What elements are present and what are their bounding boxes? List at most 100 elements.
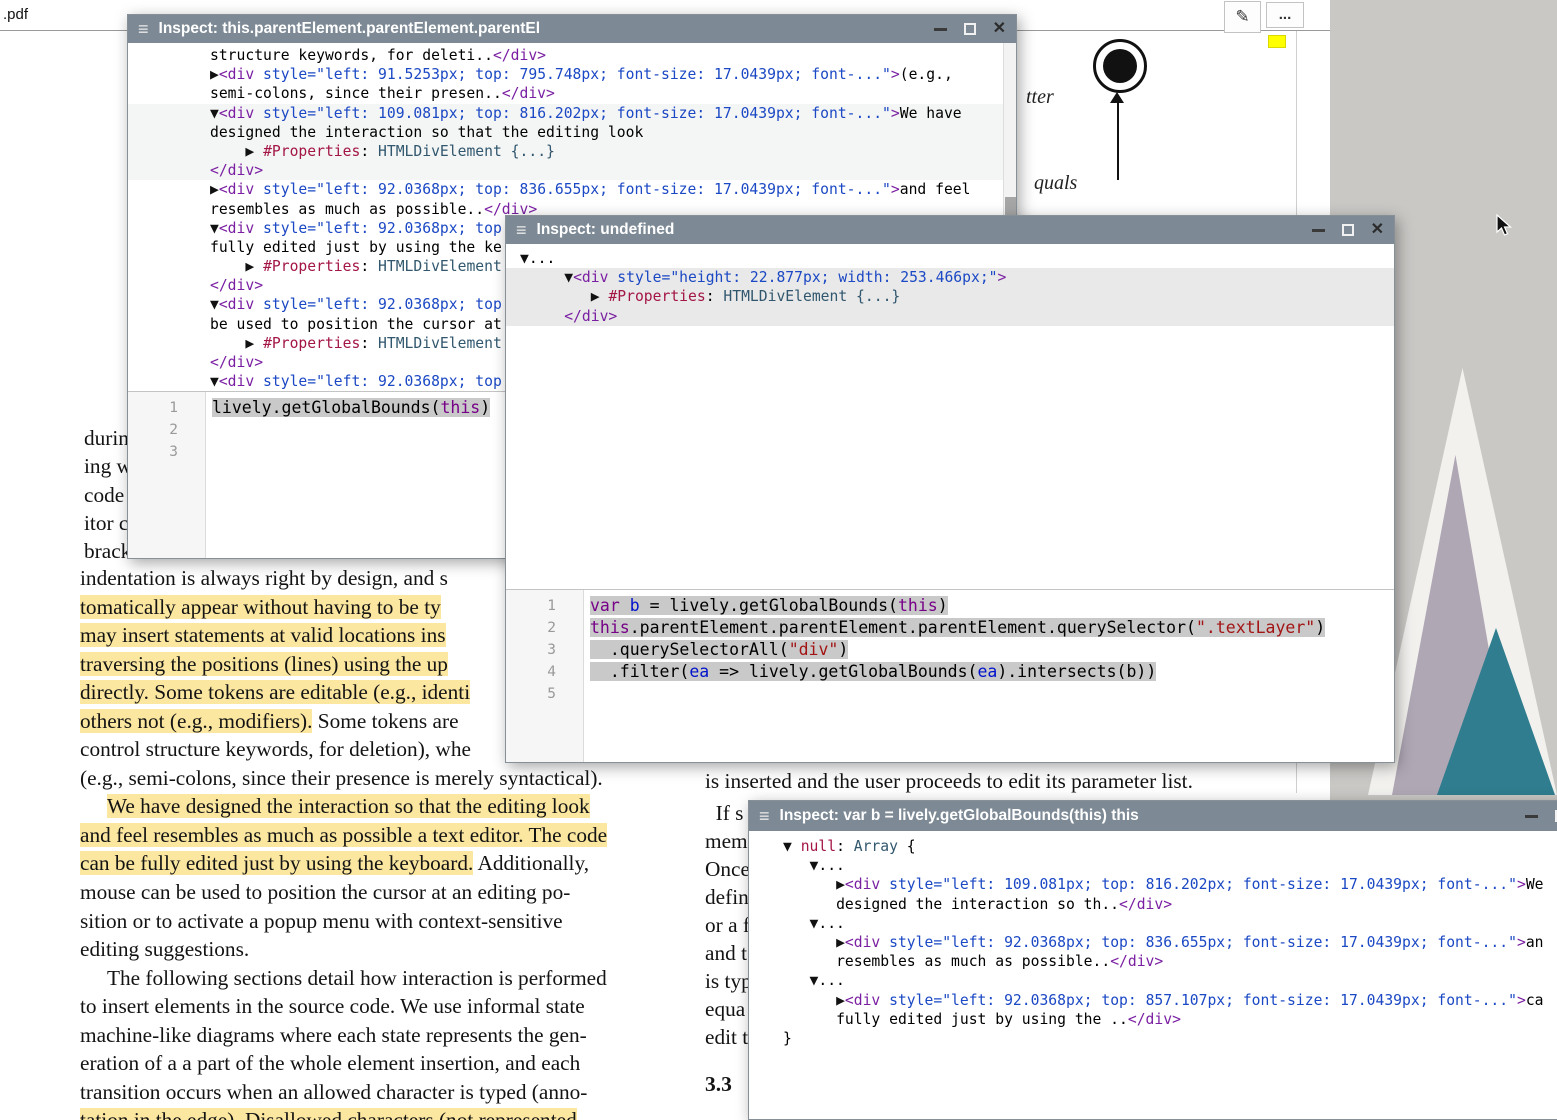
seg-tag: <div — [845, 992, 880, 1009]
seg-v: ) — [838, 640, 848, 659]
line: this.parentElement.parentElement.parentE… — [585, 617, 1394, 639]
seg-prop: #Properties — [263, 143, 360, 160]
expand-toggle-icon[interactable]: ▼ — [210, 373, 219, 390]
seg-str: "left: 109.081px; top: 816.202px; font-s… — [316, 105, 891, 122]
expand-toggle-icon[interactable]: ▶ — [245, 335, 263, 352]
figure-label-fragment: tter — [1026, 86, 1054, 109]
expand-toggle-icon[interactable]: ▼ — [210, 105, 219, 122]
close-icon[interactable]: ✕ — [993, 21, 1006, 37]
expand-toggle-icon[interactable]: ▼ — [783, 838, 801, 855]
seg-attr: style= — [608, 269, 670, 286]
seg-plain — [783, 876, 836, 893]
seg-str: "left: 92.0368px; top — [316, 373, 502, 390]
line: tation in the edge). Disallowed characte… — [80, 1108, 607, 1120]
pdf-right-stub-column: If smemOncedefinor a fand tis typequaedi… — [705, 799, 752, 1051]
seg-str: "left: 92.0368px; top: 857.107px; font-s… — [942, 992, 1517, 1009]
expand-toggle-icon[interactable]: ▶ — [245, 258, 263, 275]
seg-plain: } — [783, 1030, 792, 1047]
minimize-icon[interactable] — [934, 28, 947, 31]
seg-str2: "div" — [789, 640, 839, 659]
expand-toggle-icon[interactable]: ▶ — [210, 66, 219, 83]
window-controls: ✕ — [934, 21, 1006, 37]
seg-str2: ".textLayer" — [1196, 618, 1315, 637]
pdf-text-line: code — [84, 481, 132, 509]
minimize-icon[interactable] — [1525, 815, 1538, 818]
line-number: 5 — [506, 683, 556, 705]
line-number: 1 — [506, 595, 556, 617]
minimize-icon[interactable] — [1312, 229, 1325, 232]
seg-tag: </div> — [1119, 896, 1172, 913]
window-menu-icon[interactable]: ≡ — [138, 20, 149, 38]
window-menu-icon[interactable]: ≡ — [759, 807, 770, 825]
expand-toggle-icon[interactable]: ▼ — [210, 296, 219, 313]
expand-toggle-icon[interactable]: ▼ — [210, 220, 219, 237]
seg-attr: style= — [254, 66, 316, 83]
line: sition or to activate a popup menu with … — [80, 909, 607, 938]
seg-tag: <div — [219, 220, 254, 237]
line: fully edited just by using the ..</div> — [749, 1010, 1557, 1029]
pdf-text-line: defin — [705, 883, 752, 911]
window-menu-icon[interactable]: ≡ — [516, 221, 527, 239]
expand-toggle-icon[interactable]: ▶ — [591, 288, 609, 305]
object-tree-view[interactable]: ▼ null: Array { ▼... ▶<div style="left: … — [749, 831, 1557, 1119]
maximize-icon[interactable] — [1342, 224, 1354, 236]
seg-type: HTMLDivElement {...} — [723, 288, 900, 305]
expand-toggle-icon[interactable]: ▼ — [520, 250, 529, 267]
line-number: 2 — [128, 419, 178, 441]
expand-toggle-icon[interactable]: ▶ — [245, 143, 263, 160]
seg-plain — [520, 308, 564, 325]
seg-text: We — [1526, 876, 1544, 893]
seg-text: resembles as much as possible.. — [836, 953, 1110, 970]
seg-text: (e.g., — [900, 66, 953, 83]
line: The following sections detail how intera… — [80, 966, 607, 995]
seg-plain: control structure keywords, for deletion… — [80, 737, 471, 761]
window-titlebar[interactable]: ≡ Inspect: undefined ✕ — [506, 216, 1394, 244]
seg-attr: style= — [254, 373, 316, 390]
seg-plain: sition or to activate a popup menu with … — [80, 909, 563, 933]
maximize-icon[interactable] — [964, 23, 976, 35]
close-icon[interactable]: ✕ — [1371, 222, 1384, 238]
code-editor[interactable]: 12345 var b = lively.getGlobalBounds(thi… — [506, 589, 1394, 763]
line: (e.g., semi-colons, since their presence… — [80, 766, 607, 795]
annotate-pencil-button[interactable]: ✎ — [1224, 1, 1261, 33]
seg-kw: var — [590, 596, 620, 615]
seg-tag: </div> — [210, 162, 263, 179]
seg-plain — [520, 269, 564, 286]
seg-tag: > — [998, 269, 1007, 286]
more-options-button[interactable]: ... — [1266, 2, 1304, 28]
seg-plain — [210, 335, 245, 352]
line: ▶<div style="left: 92.0368px; top: 857.1… — [749, 991, 1557, 1010]
seg-tag: <div — [219, 373, 254, 390]
line: } — [749, 1029, 1557, 1048]
line-number: 3 — [128, 441, 178, 463]
window-titlebar[interactable]: ≡ Inspect: var b = lively.getGlobalBound… — [749, 801, 1557, 831]
seg-attr: style= — [880, 934, 942, 951]
seg-plain: : — [360, 335, 378, 352]
expand-toggle-icon[interactable]: ▶ — [836, 934, 845, 951]
expand-toggle-icon[interactable]: ▼ — [564, 269, 573, 286]
seg-tag: </div> — [564, 308, 617, 325]
seg-tag: > — [1517, 992, 1526, 1009]
expand-toggle-icon[interactable]: ▶ — [836, 992, 845, 1009]
seg-def: b — [630, 596, 640, 615]
window-titlebar[interactable]: ≡ Inspect: this.parentElement.parentElem… — [128, 15, 1016, 43]
seg-v: .querySelectorAll( — [590, 640, 789, 659]
seg-plain: Additionally, — [473, 851, 589, 875]
dom-tree-view[interactable]: ▼... ▼<div style="height: 22.877px; widt… — [506, 244, 1394, 589]
seg-attr: style= — [880, 876, 942, 893]
figure-end-event-fill — [1103, 49, 1137, 83]
line: ▼... — [749, 971, 1557, 990]
code-editor-lines[interactable]: var b = lively.getGlobalBounds(this)this… — [585, 590, 1394, 763]
inspector-window-3: ≡ Inspect: var b = lively.getGlobalBound… — [748, 800, 1557, 1120]
seg-plain — [210, 143, 245, 160]
window-controls: ✕ — [1312, 222, 1384, 238]
pdf-text-line: brack — [84, 537, 132, 565]
expand-toggle-icon[interactable]: ▶ — [836, 876, 845, 893]
yellow-highlight-swatch[interactable] — [1268, 35, 1286, 48]
seg-prop: #Properties — [608, 288, 705, 305]
seg-plain: (e.g., semi-colons, since their presence… — [80, 766, 603, 790]
seg-prop: #Properties — [263, 258, 360, 275]
expand-toggle-icon[interactable]: ▶ — [210, 181, 219, 198]
line: ▼... — [506, 249, 1394, 268]
seg-str: "left: 92.0368px; top — [316, 220, 502, 237]
